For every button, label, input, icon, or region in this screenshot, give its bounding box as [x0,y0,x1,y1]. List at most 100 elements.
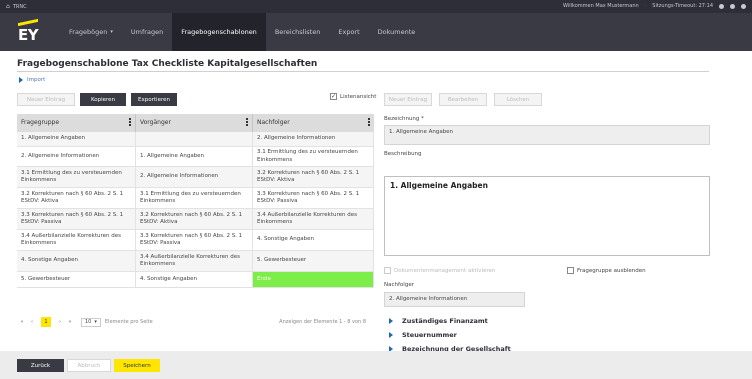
nav-item-bereichslisten[interactable]: Bereichslisten [266,13,330,51]
cell-fragegruppe: 4. Sonstige Angaben [17,251,136,271]
table-pager: « ‹ 1 › » 10 ▾ Elemente pro Seite Anzeig… [17,314,374,330]
hide-group-label: Fragegruppe ausblenden [577,267,646,274]
cell-nachfolger: 3.2 Korrekturen nach § 60 Abs. 2 S. 1 ES… [253,167,374,187]
table-row[interactable]: 4. Sonstige Angaben 3.4 Außerbilanzielle… [17,251,374,272]
welcome-text: Willkommen Max Mustermann [563,3,639,9]
nav-item-export[interactable]: Export [329,13,368,51]
table-header: Fragegruppe Vorgänger Nachfolger [17,114,374,132]
table-body: 1. Allgemeine Angaben 2. Allgemeine Info… [17,132,374,288]
detail-delete-button[interactable]: Löschen [494,93,542,106]
cell-nachfolger: 3.4 Außerbilanzielle Korrekturen des Ein… [253,209,374,229]
cell-nachfolger: 3.1 Ermittlung des zu versteuernden Eink… [253,147,374,166]
name-label: Bezeichnung * [384,116,424,122]
page-size-label: Elemente pro Seite [104,319,153,325]
successor-label: Nachfolger [384,282,414,288]
column-header-vorgaenger[interactable]: Vorgänger [136,114,253,132]
column-menu-icon[interactable] [368,118,370,126]
cell-nachfolger: 4. Sonstige Angaben [253,230,374,250]
cell-vorgaenger: 3.4 Außerbilanzielle Korrekturen des Ein… [136,251,253,271]
docmgmt-label: Dokumentenmanagement aktivieren [394,267,496,274]
pager-current-page[interactable]: 1 [41,317,51,327]
listview-checkbox[interactable]: ✓ [330,93,337,100]
table-row[interactable]: 3.2 Korrekturen nach § 60 Abs. 2 S. 1 ES… [17,188,374,209]
cell-fragegruppe: 3.4 Außerbilanzielle Korrekturen des Ein… [17,230,136,250]
nav-item-dokumente[interactable]: Dokumente [369,13,425,51]
hide-group-checkbox[interactable] [567,267,574,274]
triangle-right-icon [19,77,23,83]
description-label: Beschreibung [384,151,422,157]
export-button[interactable]: Exportieren [131,93,177,106]
successor-field[interactable]: 2. Allgemeine Informationen [384,292,525,307]
table-row[interactable]: 3.3 Korrekturen nach § 60 Abs. 2 S. 1 ES… [17,209,374,230]
back-button[interactable]: Zurück [17,359,64,372]
docmgmt-toggle[interactable]: Dokumentenmanagement aktivieren [384,267,495,274]
cancel-button[interactable]: Abbruch [67,359,111,372]
nav-item-frageboegen[interactable]: Fragebögen ▾ [60,13,122,51]
docmgmt-checkbox[interactable] [384,267,391,274]
new-entry-button[interactable]: Neuer Eintrag [17,93,75,106]
section-zustaendiges-finanzamt[interactable]: Zuständiges Finanzamt [389,317,488,325]
top-bar: ⌂ TRNC Willkommen Max Mustermann · Sitzu… [0,0,752,13]
pager-prev-button[interactable]: ‹ [27,319,37,325]
triangle-right-icon [389,332,393,338]
listview-toggle[interactable]: ✓ Listenansicht [330,93,376,100]
home-link[interactable]: ⌂ TRNC [6,3,27,10]
home-label: TRNC [12,3,27,10]
pager-next-button[interactable]: › [55,319,65,325]
cell-vorgaenger: 2. Allgemeine Informationen [136,167,253,187]
triangle-right-icon [389,318,393,324]
cell-vorgaenger: 1. Allgemeine Angaben [136,147,253,166]
pager-summary: Anzeigen der Elemente 1 - 8 von 8 [279,319,366,325]
pager-last-button[interactable]: » [65,319,75,325]
description-editor[interactable]: 1. Allgemeine Angaben [384,176,710,256]
detail-edit-button[interactable]: Bearbeiten [439,93,487,106]
cell-fragegruppe: 5. Gewerbesteuer [17,272,136,287]
table-row[interactable]: 5. Gewerbesteuer 4. Sonstige Angaben End… [17,272,374,288]
session-timeout: Sitzungs-Timeout: 27:14 [652,3,713,9]
listview-label: Listenansicht [340,93,377,100]
cell-fragegruppe: 3.2 Korrekturen nach § 60 Abs. 2 S. 1 ES… [17,188,136,208]
page-size-select[interactable]: 10 ▾ [81,317,101,327]
import-link[interactable]: Import [19,77,45,83]
section-steuernummer[interactable]: Steuernummer [389,331,457,339]
cell-nachfolger: 2. Allgemeine Informationen [253,132,374,146]
cell-vorgaenger: 3.1 Ermittlung des zu versteuernden Eink… [136,188,253,208]
column-menu-icon[interactable] [246,118,248,126]
ey-logo: EY [16,18,39,45]
fragegruppen-table: Fragegruppe Vorgänger Nachfolger 1. Allg… [17,114,374,288]
copy-button[interactable]: Kopieren [80,93,126,106]
table-row[interactable]: 3.1 Ermittlung des zu versteuernden Eink… [17,167,374,188]
chevron-down-icon: ▾ [110,29,113,35]
nav-item-fragebogenschablonen[interactable]: Fragebogenschablonen [172,13,266,51]
cell-nachfolger-end: Ende [253,272,374,287]
hide-group-toggle[interactable]: Fragegruppe ausblenden [567,267,646,274]
save-button[interactable]: Speichern [114,359,160,372]
name-input[interactable]: 1. Allgemeine Angaben [384,125,710,145]
page-title: Fragebogenschablone Tax Checkliste Kapit… [17,59,318,69]
settings-icon[interactable] [719,3,724,9]
column-header-fragegruppe[interactable]: Fragegruppe [17,114,136,132]
column-menu-icon[interactable] [129,118,131,126]
home-icon: ⌂ [6,3,10,10]
cell-fragegruppe: 3.3 Korrekturen nach § 60 Abs. 2 S. 1 ES… [17,209,136,229]
column-header-nachfolger[interactable]: Nachfolger [253,114,374,132]
footer-bar [0,351,752,379]
table-row[interactable]: 2. Allgemeine Informationen 1. Allgemein… [17,147,374,167]
help-icon[interactable] [730,3,735,9]
cell-nachfolger: 5. Gewerbesteuer [253,251,374,271]
nav-item-umfragen[interactable]: Umfragen [122,13,172,51]
detail-new-button[interactable]: Neuer Eintrag [384,93,432,106]
cell-vorgaenger: 4. Sonstige Angaben [136,272,253,287]
cell-vorgaenger: 3.2 Korrekturen nach § 60 Abs. 2 S. 1 ES… [136,209,253,229]
chevron-down-icon: ▾ [94,319,97,325]
cell-fragegruppe: 1. Allgemeine Angaben [17,132,136,146]
cell-vorgaenger: 3.3 Korrekturen nach § 60 Abs. 2 S. 1 ES… [136,230,253,250]
pager-first-button[interactable]: « [17,319,27,325]
description-heading: 1. Allgemeine Angaben [390,181,488,190]
table-row[interactable]: 1. Allgemeine Angaben 2. Allgemeine Info… [17,132,374,147]
cell-vorgaenger [136,132,253,146]
logout-icon[interactable] [741,3,746,9]
cell-fragegruppe: 2. Allgemeine Informationen [17,147,136,166]
table-row[interactable]: 3.4 Außerbilanzielle Korrekturen des Ein… [17,230,374,251]
cell-nachfolger: 3.3 Korrekturen nach § 60 Abs. 2 S. 1 ES… [253,188,374,208]
